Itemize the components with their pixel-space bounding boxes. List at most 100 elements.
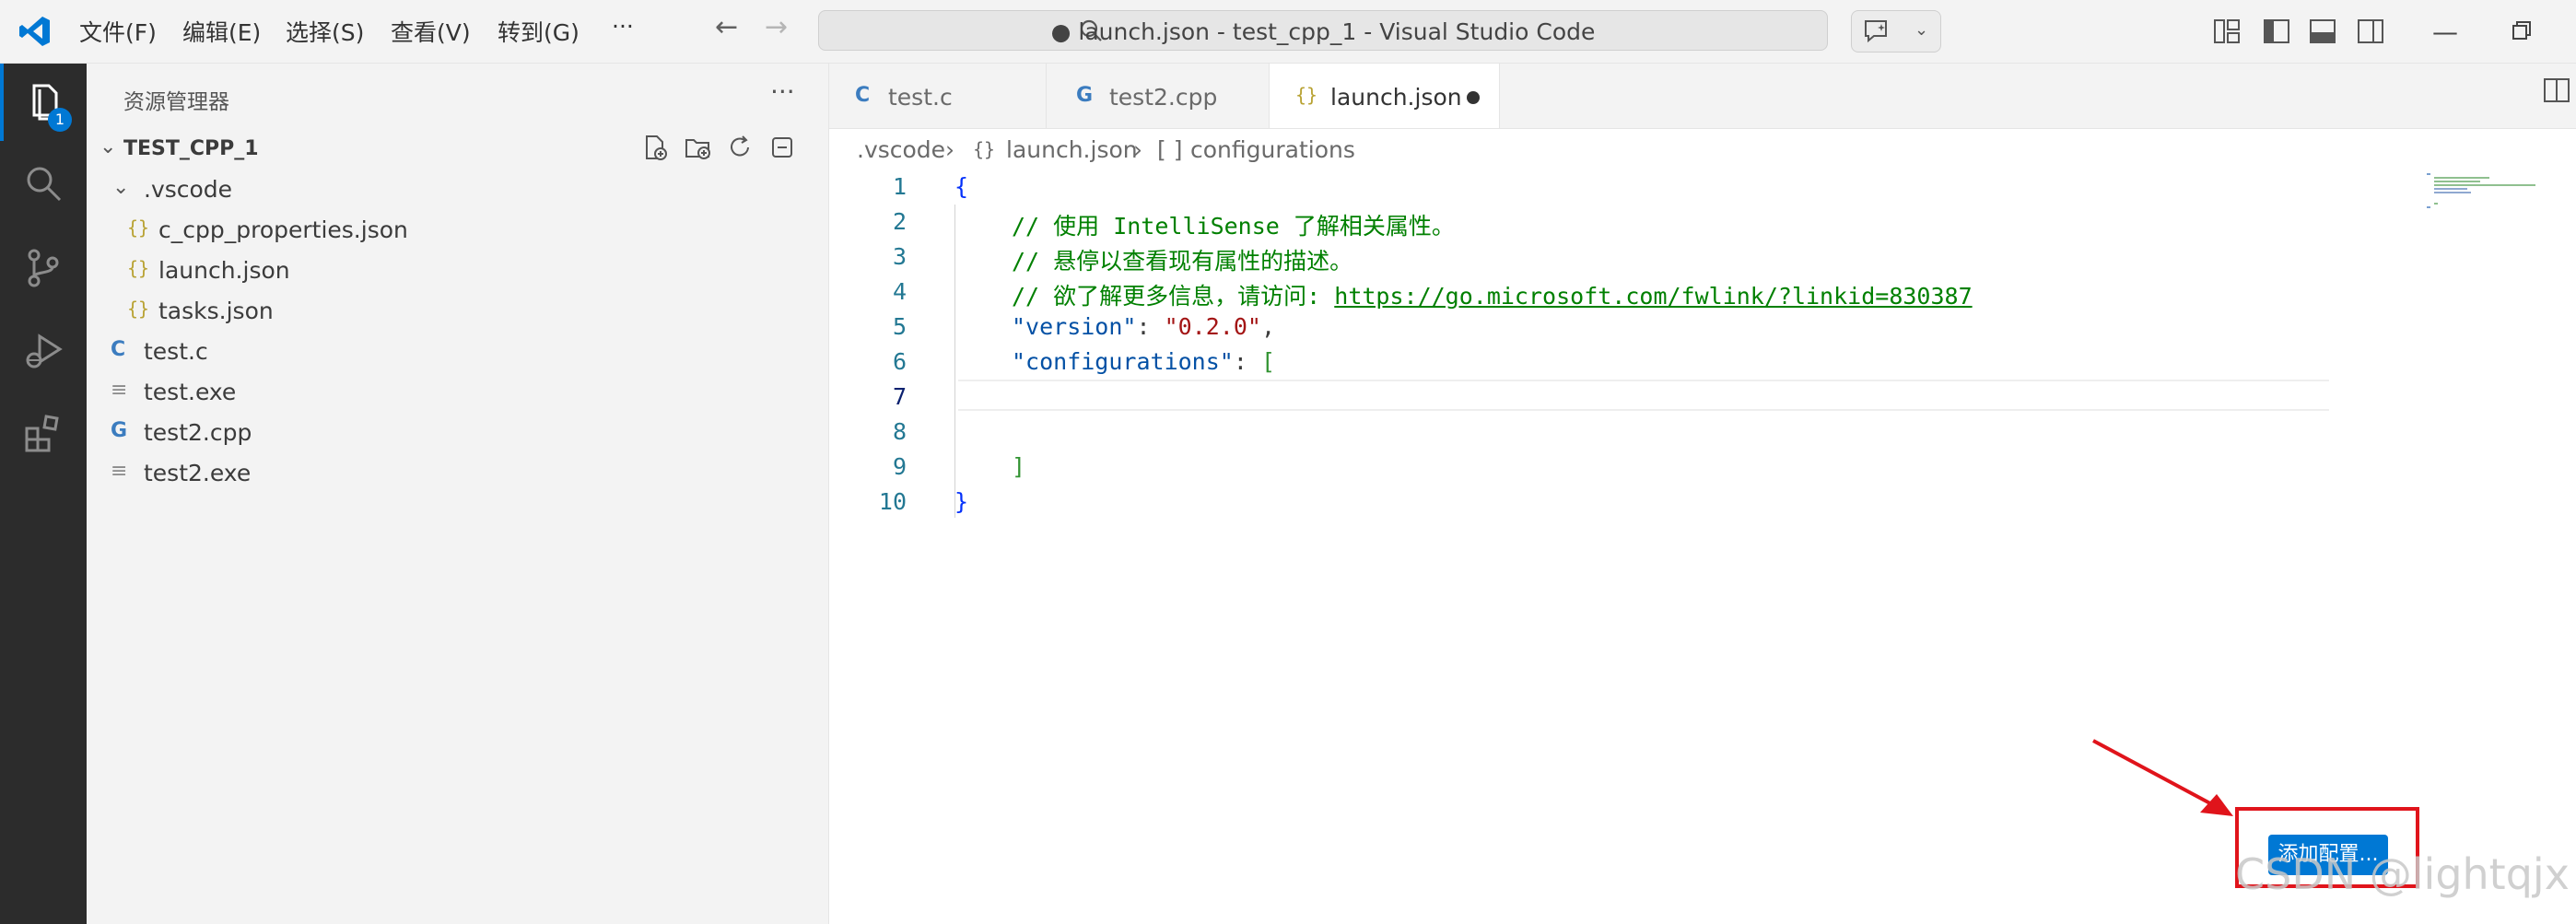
tree-file-test2-cpp[interactable]: G test2.cpp	[87, 412, 829, 452]
json-icon: {}	[1295, 84, 1318, 106]
source-control-activity[interactable]	[0, 229, 87, 307]
breadcrumb: .vscode › {} launch.json › [ ] configura…	[829, 129, 2576, 171]
tree-item-label: test.c	[144, 338, 208, 365]
tab-label: launch.json	[1330, 84, 1462, 111]
title-bar: 文件(F) 编辑(E) 选择(S) 查看(V) 转到(G) ··· ← → ● …	[0, 0, 2576, 64]
tree-file-test-c[interactable]: C test.c	[87, 331, 829, 371]
copilot-button[interactable]: ⌄	[1851, 10, 1941, 53]
indent-guide	[954, 205, 955, 518]
restore-icon[interactable]	[2512, 20, 2532, 44]
code-line-4: // 欲了解更多信息，请访问: https://go.microsoft.com…	[1012, 278, 1973, 311]
line-number: 9	[892, 453, 907, 480]
collapse-all-icon[interactable]	[767, 132, 798, 163]
text-file-icon: ≡	[111, 460, 128, 483]
json-icon: {}	[127, 298, 150, 320]
json-comma: ,	[1260, 313, 1275, 340]
back-arrow-icon[interactable]: ←	[715, 11, 738, 43]
line-number: 6	[892, 348, 907, 375]
cpp-file-icon: G	[1076, 84, 1094, 107]
unsaved-dot-icon[interactable]	[1467, 91, 1480, 104]
extensions-activity[interactable]	[0, 395, 87, 473]
tree-folder-vscode[interactable]: ⌄ .vscode	[87, 169, 829, 209]
json-icon: {}	[973, 138, 996, 160]
menu-go[interactable]: 转到(G)	[498, 15, 580, 48]
breadcrumb-symbol[interactable]: configurations	[1190, 136, 1355, 163]
tab-launch-json[interactable]: {} launch.json	[1270, 64, 1500, 128]
search-icon	[27, 167, 62, 202]
tree-item-label: tasks.json	[158, 298, 274, 324]
command-center-search[interactable]: ● launch.json - test_cpp_1 - Visual Stud…	[818, 10, 1828, 51]
tree-item-label: test.exe	[144, 379, 237, 405]
code-line-10: }	[954, 488, 969, 515]
search-activity[interactable]	[0, 145, 87, 222]
activity-bar: 1	[0, 64, 87, 924]
json-icon: {}	[127, 216, 150, 239]
toggle-primary-sidebar-icon[interactable]	[2263, 18, 2290, 48]
new-folder-icon[interactable]	[682, 132, 713, 163]
tree-file-launch-json[interactable]: {} launch.json	[87, 250, 829, 290]
explorer-badge: 1	[48, 108, 72, 132]
chevron-down-icon: ⌄	[1914, 20, 1929, 40]
tab-test2-cpp[interactable]: G test2.cpp	[1047, 64, 1270, 128]
line-number: 2	[892, 208, 907, 235]
menu-file[interactable]: 文件(F)	[79, 15, 157, 48]
sidebar-more-actions[interactable]: ···	[770, 76, 795, 107]
new-file-icon[interactable]	[639, 132, 671, 163]
workspace-folder-header[interactable]: ⌄ TEST_CPP_1	[87, 130, 829, 167]
run-debug-activity[interactable]	[0, 312, 87, 390]
tree-file-tasks-json[interactable]: {} tasks.json	[87, 290, 829, 331]
annotation-arrow	[2091, 737, 2239, 824]
menu-edit[interactable]: 编辑(E)	[182, 15, 261, 48]
explorer-activity[interactable]: 1	[0, 64, 87, 141]
breadcrumb-folder[interactable]: .vscode	[857, 136, 945, 163]
current-line-highlight	[958, 380, 2329, 411]
json-colon: :	[1233, 348, 1261, 375]
line-number: 4	[892, 278, 907, 305]
text-file-icon: ≡	[111, 379, 128, 402]
json-key: "version"	[1012, 313, 1137, 340]
chat-icon	[1863, 18, 1891, 48]
workspace-folder-name: TEST_CPP_1	[123, 137, 259, 160]
customize-layout-icon[interactable]	[2213, 18, 2241, 48]
vscode-logo-icon	[18, 15, 52, 52]
tab-test-c[interactable]: C test.c	[829, 64, 1047, 128]
line-number: 7	[892, 383, 907, 410]
extensions-icon	[25, 415, 59, 452]
c-file-icon: C	[111, 338, 126, 361]
tree-item-label: .vscode	[144, 176, 233, 203]
toggle-secondary-sidebar-icon[interactable]	[2357, 18, 2384, 48]
cpp-file-icon: G	[111, 419, 128, 442]
chevron-down-icon: ⌄	[100, 135, 117, 158]
chevron-down-icon: ⌄	[112, 176, 130, 199]
tree-file-test-exe[interactable]: ≡ test.exe	[87, 371, 829, 412]
code-comment: // 欲了解更多信息，请访问:	[1012, 283, 1335, 310]
code-line-1: {	[954, 173, 969, 200]
explorer-sidebar: 资源管理器 ··· ⌄ TEST_CPP_1 ⌄ .vscode {} c_cp…	[87, 64, 829, 924]
run-debug-icon	[26, 333, 63, 368]
minimize-icon[interactable]: —	[2432, 17, 2458, 47]
menu-view[interactable]: 查看(V)	[391, 15, 471, 48]
minimap[interactable]	[2427, 171, 2537, 227]
tree-item-label: test2.exe	[144, 460, 252, 486]
menu-selection[interactable]: 选择(S)	[286, 15, 364, 48]
code-line-2: // 使用 IntelliSense 了解相关属性。	[1012, 213, 1455, 240]
code-link[interactable]: https://go.microsoft.com/fwlink/?linkid=…	[1334, 283, 1972, 310]
refresh-icon[interactable]	[724, 132, 755, 163]
source-control-icon	[28, 249, 59, 287]
json-colon: :	[1136, 313, 1165, 340]
line-number: 3	[892, 243, 907, 270]
chevron-right-icon: ›	[1133, 136, 1142, 163]
tree-file-test2-exe[interactable]: ≡ test2.exe	[87, 452, 829, 493]
c-file-icon: C	[855, 84, 871, 107]
tab-label: test2.cpp	[1109, 84, 1218, 111]
toggle-panel-icon[interactable]	[2309, 18, 2336, 48]
tree-file-c-cpp-properties[interactable]: {} c_cpp_properties.json	[87, 209, 829, 250]
forward-arrow-icon[interactable]: →	[765, 11, 788, 43]
tree-item-label: c_cpp_properties.json	[158, 216, 408, 243]
split-editor-icon[interactable]	[2543, 77, 2570, 107]
menu-more[interactable]: ···	[612, 13, 634, 40]
json-bracket: [	[1260, 348, 1275, 375]
watermark: CSDN @lightqjx	[2235, 849, 2570, 899]
breadcrumb-file[interactable]: launch.json	[1006, 136, 1138, 163]
line-number: 1	[892, 173, 907, 200]
